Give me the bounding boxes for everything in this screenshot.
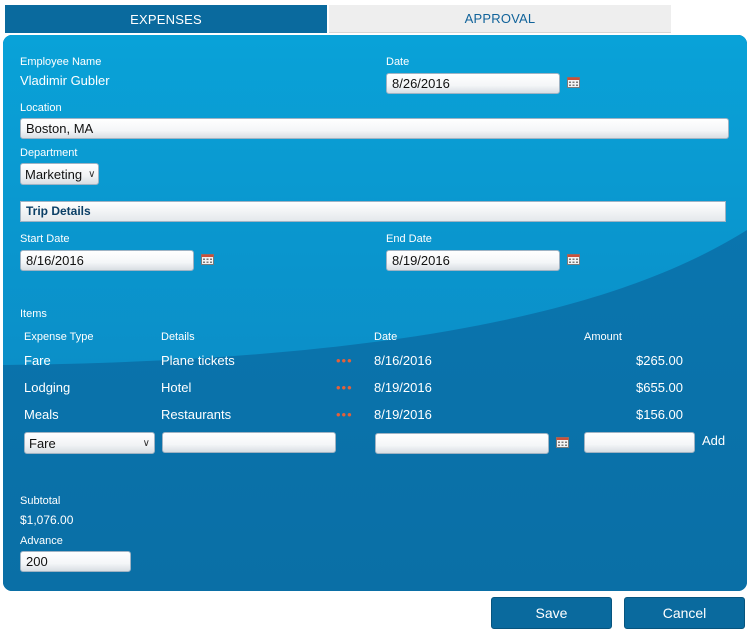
start-date-label: Start Date xyxy=(20,233,70,245)
start-date-input[interactable] xyxy=(20,250,194,271)
advance-label: Advance xyxy=(20,535,63,547)
end-date-input[interactable] xyxy=(386,250,560,271)
department-value: Marketing xyxy=(25,166,83,182)
date-label: Date xyxy=(386,56,410,68)
calendar-icon[interactable] xyxy=(567,77,580,88)
new-item-type-select[interactable]: Fare ∨ xyxy=(24,432,155,454)
column-header-date: Date xyxy=(374,331,398,343)
item-date: 8/19/2016 xyxy=(374,380,432,395)
item-details-ellipsis-button[interactable]: ••• xyxy=(336,380,353,395)
employee-name-label: Employee Name xyxy=(20,56,102,68)
cancel-button[interactable]: Cancel xyxy=(624,597,745,629)
location-input[interactable] xyxy=(20,118,729,139)
item-amount: $156.00 xyxy=(636,407,683,422)
employee-name-value: Vladimir Gubler xyxy=(20,73,110,88)
item-type: Meals xyxy=(24,407,59,422)
new-item-details-input[interactable] xyxy=(162,432,336,453)
date-input[interactable] xyxy=(386,73,560,94)
tab-approval[interactable]: APPROVAL xyxy=(329,5,671,33)
expense-form-panel: Employee Name Vladimir Gubler Date Locat… xyxy=(3,35,747,591)
item-details-ellipsis-button[interactable]: ••• xyxy=(336,407,353,422)
chevron-down-icon: ∨ xyxy=(88,168,96,180)
end-date-label: End Date xyxy=(386,233,432,245)
item-details: Plane tickets xyxy=(161,353,235,368)
items-label: Items xyxy=(20,308,47,320)
save-button[interactable]: Save xyxy=(491,597,612,629)
calendar-icon[interactable] xyxy=(201,254,214,265)
new-item-amount-input[interactable] xyxy=(584,432,695,453)
item-details: Restaurants xyxy=(161,407,232,422)
item-details-ellipsis-button[interactable]: ••• xyxy=(336,353,353,368)
subtotal-label: Subtotal xyxy=(20,495,61,507)
trip-details-header: Trip Details xyxy=(20,201,726,222)
item-date: 8/19/2016 xyxy=(374,407,432,422)
advance-input[interactable] xyxy=(20,551,131,572)
location-label: Location xyxy=(20,102,62,114)
item-amount: $265.00 xyxy=(636,353,683,368)
item-date: 8/16/2016 xyxy=(374,353,432,368)
tab-expenses[interactable]: EXPENSES xyxy=(5,5,327,33)
department-label: Department xyxy=(20,147,78,159)
subtotal-value: $1,076.00 xyxy=(20,513,74,527)
item-type: Fare xyxy=(24,353,51,368)
calendar-icon[interactable] xyxy=(567,254,580,265)
item-amount: $655.00 xyxy=(636,380,683,395)
column-header-details: Details xyxy=(161,331,195,343)
add-item-button[interactable]: Add xyxy=(702,433,725,448)
new-item-type-value: Fare xyxy=(29,435,56,451)
item-type: Lodging xyxy=(24,380,71,395)
column-header-expense-type: Expense Type xyxy=(24,331,94,343)
calendar-icon[interactable] xyxy=(556,437,569,448)
column-header-amount: Amount xyxy=(584,331,622,343)
new-item-date-input[interactable] xyxy=(375,433,549,454)
chevron-down-icon: ∨ xyxy=(142,437,150,449)
department-select[interactable]: Marketing ∨ xyxy=(20,163,99,185)
item-details: Hotel xyxy=(161,380,192,395)
